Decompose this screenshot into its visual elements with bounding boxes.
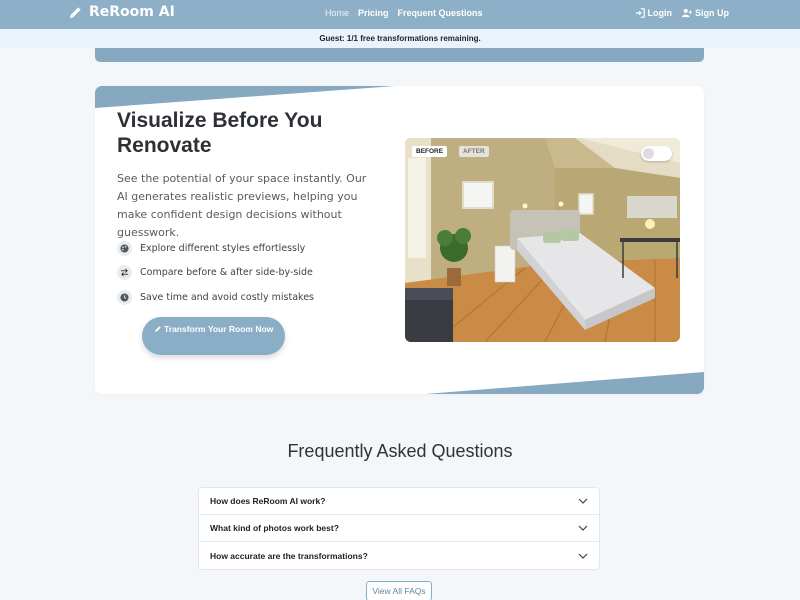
nav-link-home[interactable]: Home [325, 8, 349, 18]
navbar: ReRoom AI Home Pricing Frequent Question… [0, 0, 800, 29]
chevron-down-icon [578, 553, 588, 559]
feature-text: Save time and avoid costly mistakes [140, 291, 314, 303]
after-tag[interactable]: AFTER [459, 146, 489, 157]
feature-item: Explore different styles effortlessly [117, 236, 314, 261]
hero-subtitle: See the potential of your space instantl… [117, 172, 367, 239]
login-icon [635, 8, 645, 18]
faq-question: How accurate are the transformations? [210, 550, 368, 561]
faq-title: Frequently Asked Questions [287, 441, 513, 461]
faq-question: How does ReRoom AI work? [210, 496, 326, 506]
feature-text: Compare before & after side-by-side [140, 267, 313, 279]
auth-links: Login Sign Up [635, 8, 729, 18]
decorative-strip [95, 48, 704, 62]
brand-name: ReRoom AI [89, 4, 175, 20]
login-link[interactable]: Login [635, 8, 673, 18]
faq-question: What kind of photos work best? [210, 523, 339, 533]
brand-logo[interactable]: ReRoom AI [68, 4, 175, 20]
feature-item: Save time and avoid costly mistakes [117, 285, 314, 310]
hero-title: Visualize Before You Renovate [117, 109, 323, 157]
room-preview-image[interactable]: BEFORE AFTER [405, 138, 680, 342]
login-label: Login [647, 8, 673, 18]
toggle-knob [643, 148, 654, 159]
user-plus-icon [682, 8, 692, 18]
nav-link-pricing[interactable]: Pricing [358, 8, 389, 18]
hero-card: Visualize Before You Renovate See the po… [95, 86, 704, 394]
swap-arrows-icon [117, 265, 132, 281]
chevron-down-icon [578, 498, 588, 504]
decorative-wedge-bottom [425, 372, 704, 394]
signup-link[interactable]: Sign Up [682, 8, 729, 18]
feature-text: Explore different styles effortlessly [140, 242, 306, 254]
clock-icon [117, 289, 132, 305]
guest-notice: Guest: 1/1 free transformations remainin… [0, 29, 800, 48]
chevron-down-icon [578, 525, 588, 531]
pencil-icon [69, 6, 81, 18]
feature-item: Compare before & after side-by-side [117, 261, 314, 286]
decorative-wedge-top [95, 86, 395, 108]
faq-item[interactable]: How accurate are the transformations? [199, 542, 599, 569]
before-after-toggle[interactable] [641, 146, 672, 161]
faq-item[interactable]: How does ReRoom AI work? [199, 488, 599, 515]
bedroom-photo [405, 138, 680, 342]
feature-list: Explore different styles effortlessly Co… [117, 236, 314, 310]
view-all-faqs-button[interactable]: View All FAQs [366, 581, 432, 600]
palette-icon [117, 240, 132, 256]
before-tag[interactable]: BEFORE [412, 146, 448, 157]
faq-accordion: How does ReRoom AI work? What kind of ph… [198, 487, 600, 570]
pencil-icon [154, 326, 161, 332]
signup-label: Sign Up [695, 8, 729, 18]
transform-room-button[interactable]: Transform Your Room Now [142, 317, 285, 355]
nav-links: Home Pricing Frequent Questions [325, 8, 483, 18]
faq-item[interactable]: What kind of photos work best? [199, 515, 599, 542]
cta-label: Transform Your Room Now [164, 324, 274, 334]
nav-link-faq[interactable]: Frequent Questions [398, 8, 483, 18]
